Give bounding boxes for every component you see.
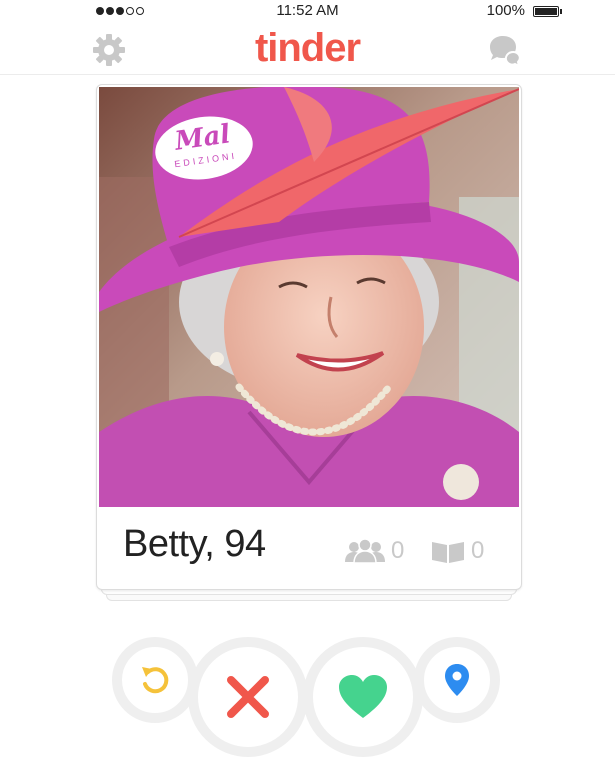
profile-info: Betty, 94 0 0: [97, 509, 521, 589]
rewind-icon: [142, 667, 169, 694]
common-interests-count: 0: [471, 537, 485, 564]
nope-button[interactable]: [188, 637, 308, 757]
book-icon: [432, 542, 464, 563]
location-button[interactable]: [414, 637, 500, 723]
status-bar: 11:52 AM 100%: [0, 0, 615, 24]
heart-icon: [339, 675, 387, 718]
profile-card[interactable]: Mal EDIZIONI Betty, 94 0 0: [96, 84, 522, 590]
common-interests: 0: [431, 537, 484, 565]
close-icon: [227, 676, 269, 718]
profile-name-age: Betty, 94: [123, 523, 266, 565]
location-pin-icon: [445, 664, 469, 696]
like-button[interactable]: [303, 637, 423, 757]
rewind-button[interactable]: [112, 637, 198, 723]
battery-percent: 100%: [486, 2, 525, 19]
common-friends-count: 0: [391, 537, 405, 564]
friends-icon: [345, 539, 385, 563]
battery-icon: [533, 6, 562, 17]
chat-bubbles-icon[interactable]: [487, 33, 523, 67]
common-friends: 0: [345, 537, 404, 565]
top-nav: tinder: [0, 24, 615, 75]
